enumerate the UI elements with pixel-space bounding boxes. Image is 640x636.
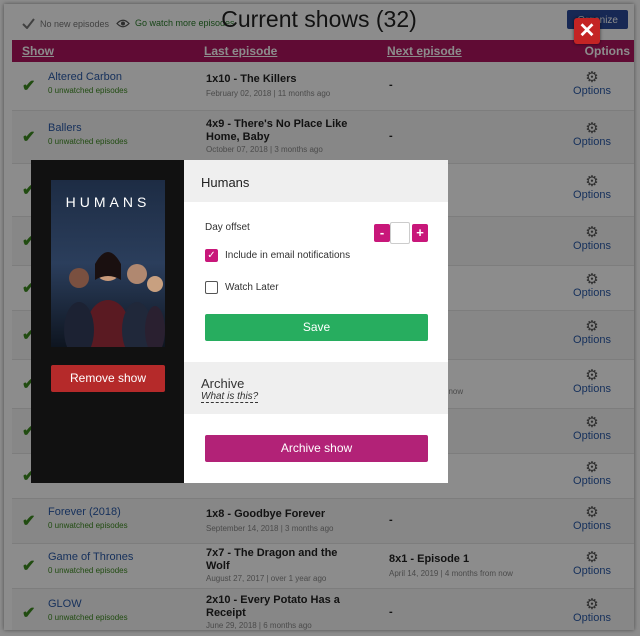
- email-notifications-label: Include in email notifications: [225, 250, 351, 261]
- day-offset-input[interactable]: [390, 222, 410, 244]
- modal-header: Humans: [184, 160, 448, 202]
- archive-help-link[interactable]: What is this?: [201, 391, 259, 403]
- modal-content: Humans Day offset - + ✓ Include in email…: [184, 160, 448, 483]
- day-offset-decrement-button[interactable]: -: [374, 224, 390, 242]
- day-offset-stepper: - +: [374, 222, 428, 244]
- show-settings-modal: HUMANS Remove show Humans Day offset - +…: [31, 160, 448, 483]
- show-poster: HUMANS: [51, 180, 165, 347]
- watch-later-row[interactable]: Watch Later: [205, 281, 279, 294]
- save-button[interactable]: Save: [205, 314, 428, 341]
- modal-sidebar: HUMANS Remove show: [31, 160, 184, 483]
- email-notifications-row[interactable]: ✓ Include in email notifications: [205, 249, 350, 262]
- watch-later-label: Watch Later: [225, 282, 279, 293]
- day-offset-label: Day offset: [205, 222, 250, 233]
- archive-section: Archive What is this?: [184, 362, 448, 414]
- remove-show-button[interactable]: Remove show: [51, 365, 165, 392]
- email-notifications-checkbox[interactable]: ✓: [205, 249, 218, 262]
- day-offset-increment-button[interactable]: +: [412, 224, 428, 242]
- close-icon[interactable]: ✕: [574, 18, 600, 44]
- poster-title: HUMANS: [65, 194, 151, 210]
- archive-title: Archive: [201, 376, 245, 391]
- watch-later-checkbox[interactable]: [205, 281, 218, 294]
- archive-show-button[interactable]: Archive show: [205, 435, 428, 462]
- modal-show-title: Humans: [201, 175, 250, 190]
